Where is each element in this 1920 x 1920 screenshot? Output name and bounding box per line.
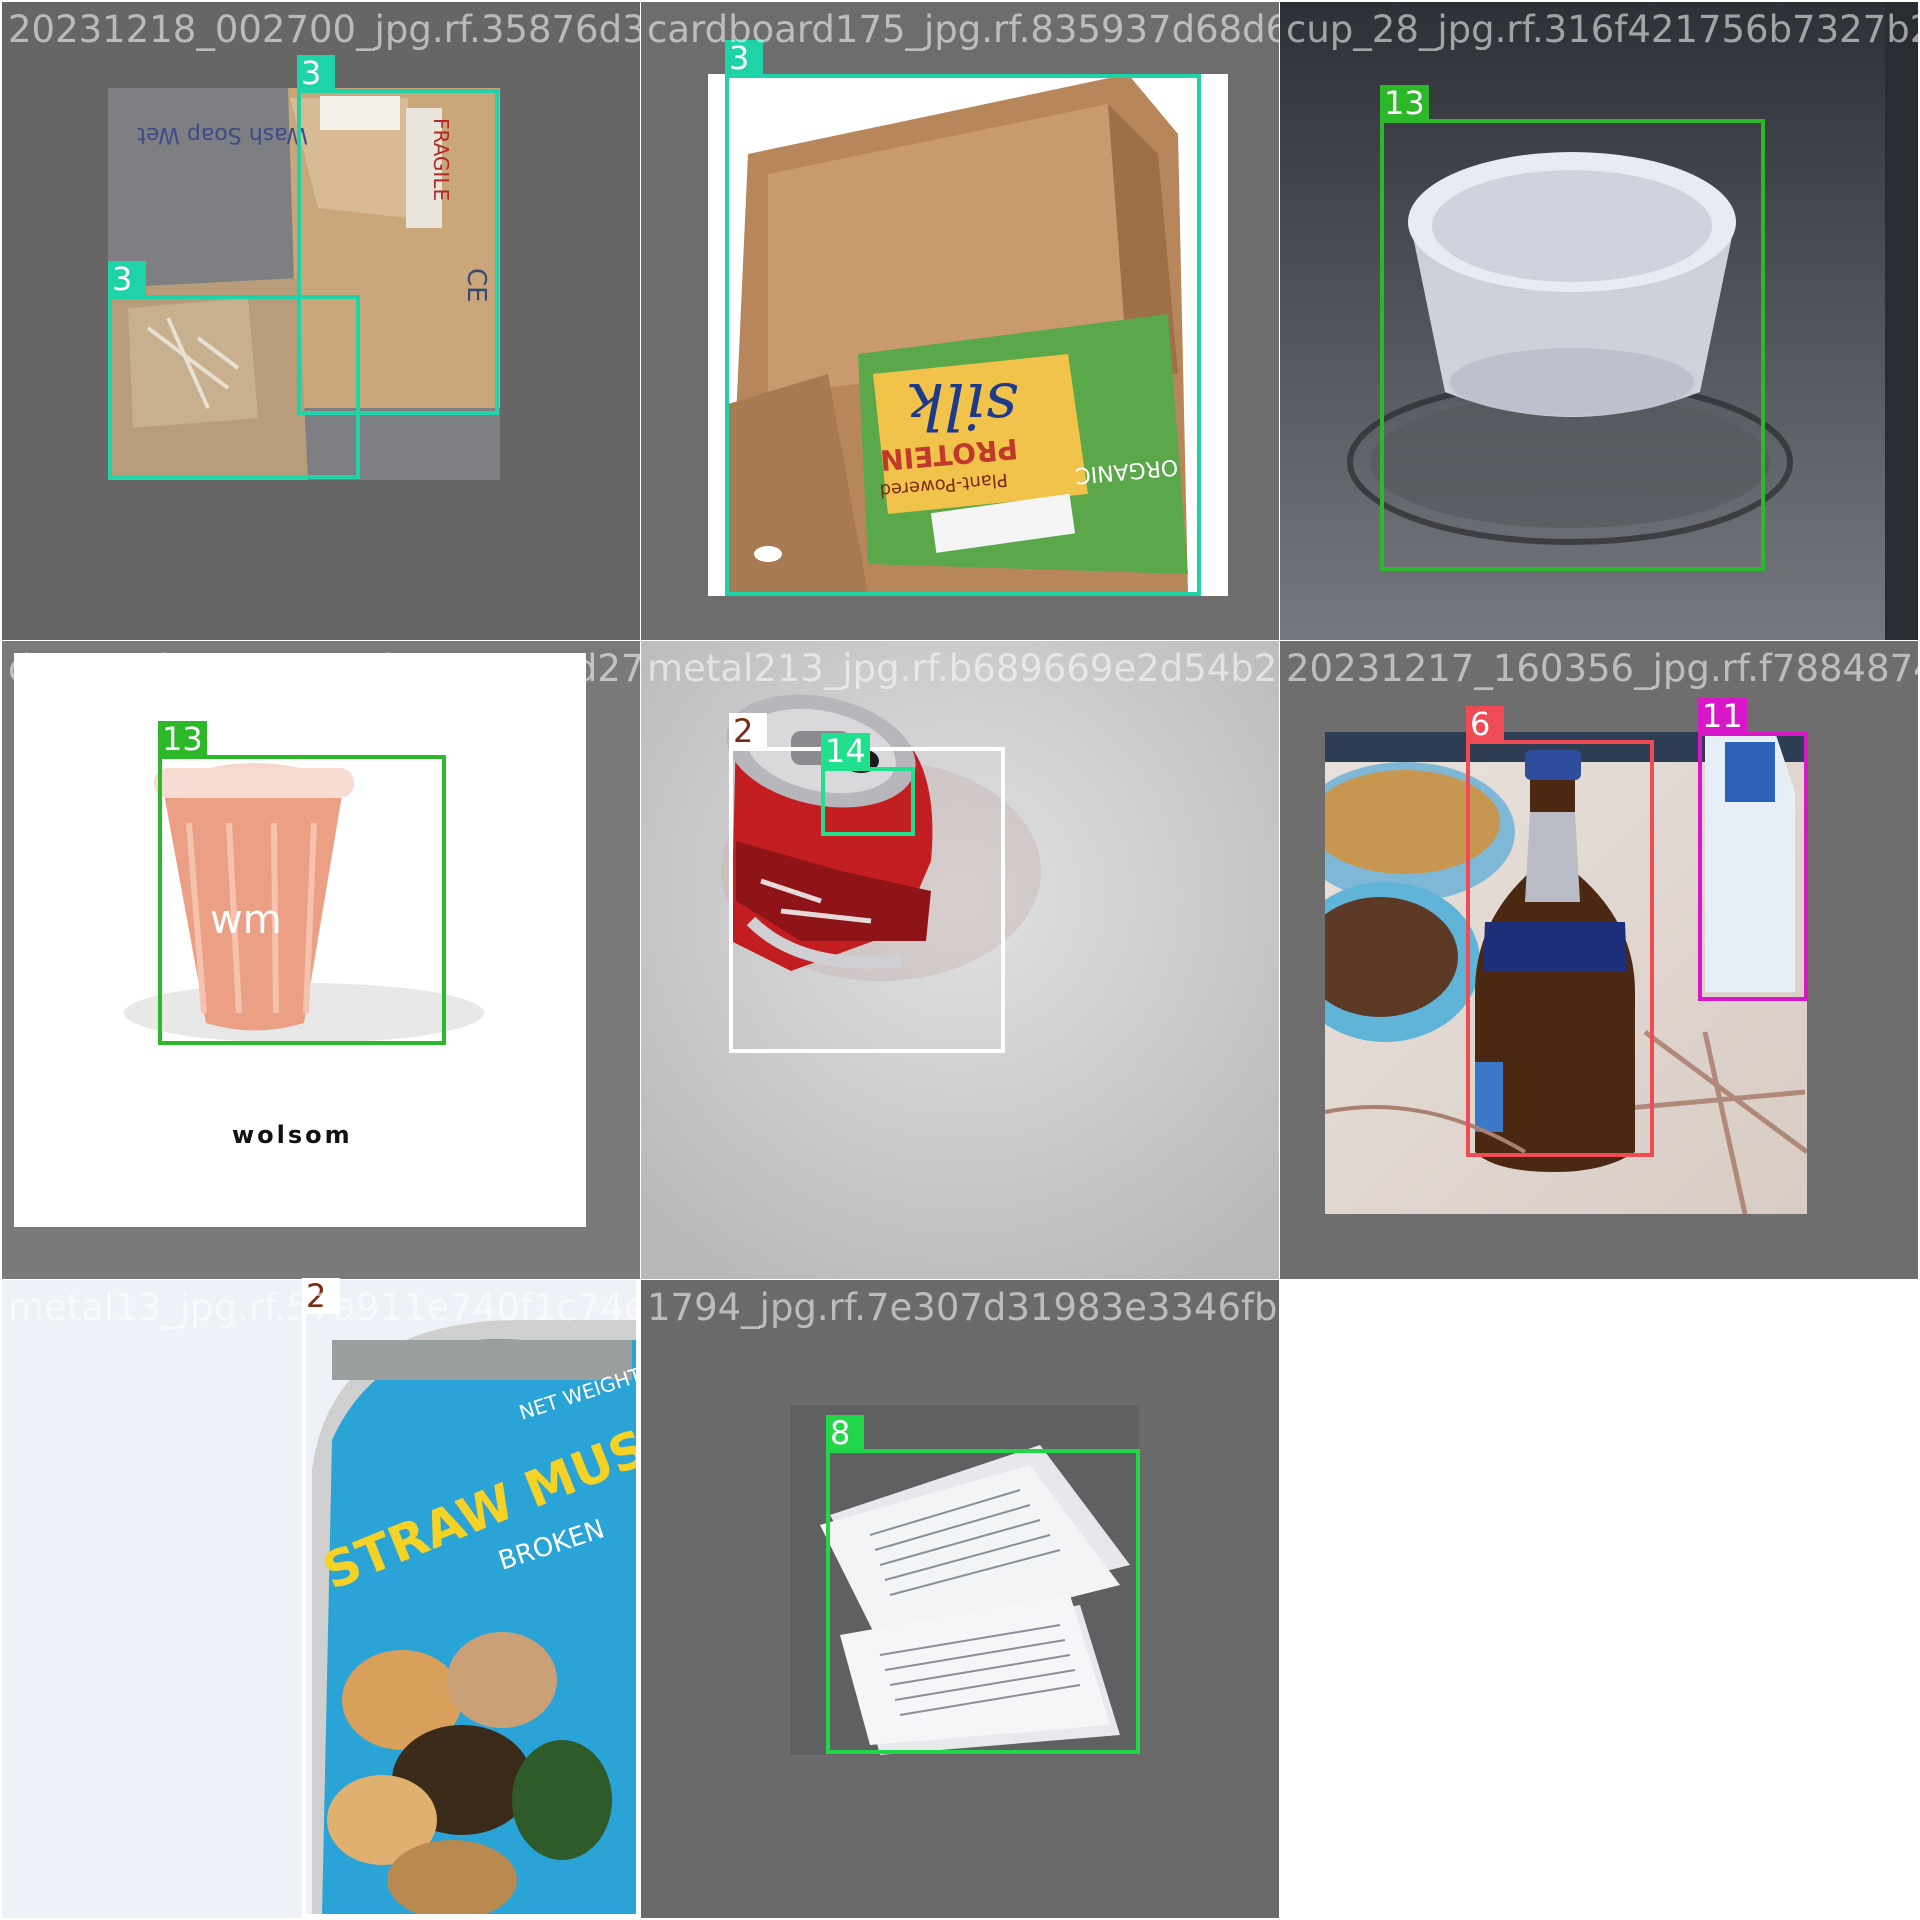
class-label: 3: [297, 55, 335, 91]
detection-box: 2: [302, 1278, 640, 1918]
tile-filename: 20231218_002700_jpg.rf.35876d3209: [8, 8, 640, 51]
class-label: 13: [1380, 85, 1429, 121]
class-label: 8: [826, 1415, 864, 1451]
tile-filename: cup_28_jpg.rf.316f421756b7327b206: [1286, 8, 1918, 51]
tile-filename: d35c80da8ccac64ed7e833cc9d27727c_jpg: [8, 647, 640, 690]
detection-box: 13: [158, 721, 446, 1045]
class-label: 13: [158, 721, 207, 757]
class-label: 14: [821, 733, 870, 769]
tile-filename: cardboard175_jpg.rf.835937d68d628b0df628: [647, 8, 1279, 51]
detection-box: 14: [821, 733, 915, 836]
detection-box: 11: [1698, 698, 1808, 1001]
class-label: 2: [729, 713, 767, 749]
cup-brand-text: wolsom: [232, 1121, 353, 1149]
tile-filename: 20231217_160356_jpg.rf.f7884874a9: [1286, 647, 1918, 690]
detection-box: 13: [1380, 85, 1765, 571]
tile-filename: 1794_jpg.rf.7e307d31983e3346fb6bc261891d…: [647, 1286, 1279, 1329]
detection-box: 3: [725, 40, 1201, 596]
class-label: 11: [1698, 698, 1747, 734]
tile-filename: metal213_jpg.rf.b689669e2d54b222e120235: [647, 647, 1279, 690]
box-text: Wash Soap Wet: [137, 122, 308, 147]
detection-box: 8: [826, 1415, 1140, 1754]
tile-filename: metal13_jpg.rf.57a911e740f1c74e06: [8, 1286, 640, 1329]
class-label: 6: [1466, 706, 1504, 742]
detection-box: 6: [1466, 706, 1654, 1157]
detection-box: 3: [108, 261, 360, 479]
class-label: 3: [108, 261, 146, 297]
